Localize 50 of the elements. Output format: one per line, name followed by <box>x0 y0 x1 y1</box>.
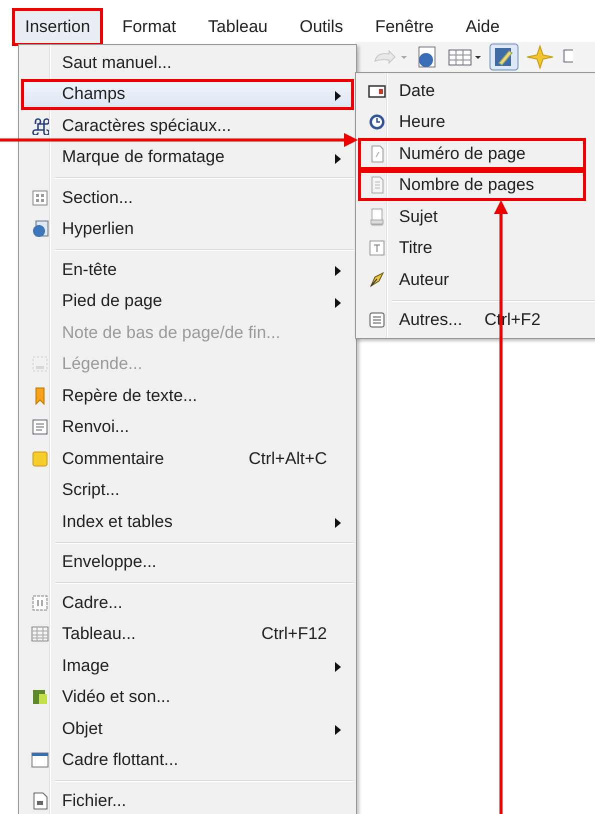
menu-item[interactable]: Heure <box>358 106 595 138</box>
submenu-arrow-icon <box>335 725 341 735</box>
menu-item[interactable]: Script... <box>21 474 354 506</box>
menu-item[interactable]: Saut manuel... <box>21 47 354 78</box>
menu-item[interactable]: Nombre de pages <box>358 170 586 201</box>
menu-item[interactable]: Sujet <box>358 201 595 232</box>
menu-bar-item[interactable]: Fenêtre <box>362 8 447 46</box>
doc-icon <box>368 208 386 226</box>
menu-item[interactable]: Titre <box>358 232 595 264</box>
menu-bar-item[interactable]: Aide <box>452 8 513 46</box>
submenu-arrow-icon <box>335 518 341 528</box>
menu-item[interactable]: Index et tables <box>21 506 354 538</box>
menu-item[interactable]: En-tête <box>21 254 354 286</box>
menu-bar-item[interactable]: Tableau <box>195 8 281 46</box>
menu-item[interactable]: Enveloppe... <box>21 546 354 578</box>
command-icon <box>31 116 49 135</box>
menu-bar-item[interactable]: Format <box>109 8 190 46</box>
menu-item[interactable]: Tableau... Ctrl+F12 <box>21 618 354 650</box>
globe-icon <box>31 220 49 238</box>
menu-item[interactable]: Section... <box>21 182 354 214</box>
menu-item[interactable]: Marque de formatage <box>21 142 354 173</box>
caption-icon <box>31 355 49 374</box>
menu-bar-item[interactable]: Outils <box>286 8 356 46</box>
film-icon <box>31 688 49 706</box>
menu-bar-item[interactable]: Insertion <box>12 8 104 46</box>
menu-item[interactable]: Caractères spéciaux... <box>21 110 354 142</box>
menu-item[interactable]: Repère de texte... <box>21 380 354 412</box>
note-icon <box>31 450 49 468</box>
submenu-arrow-icon <box>335 266 341 276</box>
menu-item[interactable]: Champs <box>21 78 354 110</box>
menu-item[interactable]: Fichier... <box>21 785 354 814</box>
menu-item[interactable]: Cadre... <box>21 587 354 618</box>
menu-item[interactable]: Renvoi... <box>21 412 354 443</box>
menu-item[interactable]: Numéro de page <box>358 138 586 170</box>
menu-item[interactable]: Auteur <box>358 264 595 296</box>
submenu-arrow-icon <box>335 154 341 164</box>
submenu-arrow-icon <box>335 662 341 672</box>
edit-pen-icon[interactable] <box>489 43 519 71</box>
menu-item[interactable]: Commentaire Ctrl+Alt+C <box>21 443 354 474</box>
menu-item[interactable]: Date <box>358 75 595 106</box>
pen-icon <box>368 270 386 289</box>
star-icon[interactable] <box>525 44 555 70</box>
submenu-arrow-icon <box>335 298 341 308</box>
menu-item[interactable]: Vidéo et son... <box>21 682 354 713</box>
menu-item[interactable]: Cadre flottant... <box>21 744 354 776</box>
menu-item[interactable]: Hyperlien <box>21 214 354 245</box>
submenu-arrow-icon <box>335 90 341 100</box>
menu-item[interactable]: Objet <box>21 713 354 744</box>
menu-item[interactable]: Pied de page <box>21 286 354 317</box>
menu-item[interactable]: Image <box>21 650 354 682</box>
